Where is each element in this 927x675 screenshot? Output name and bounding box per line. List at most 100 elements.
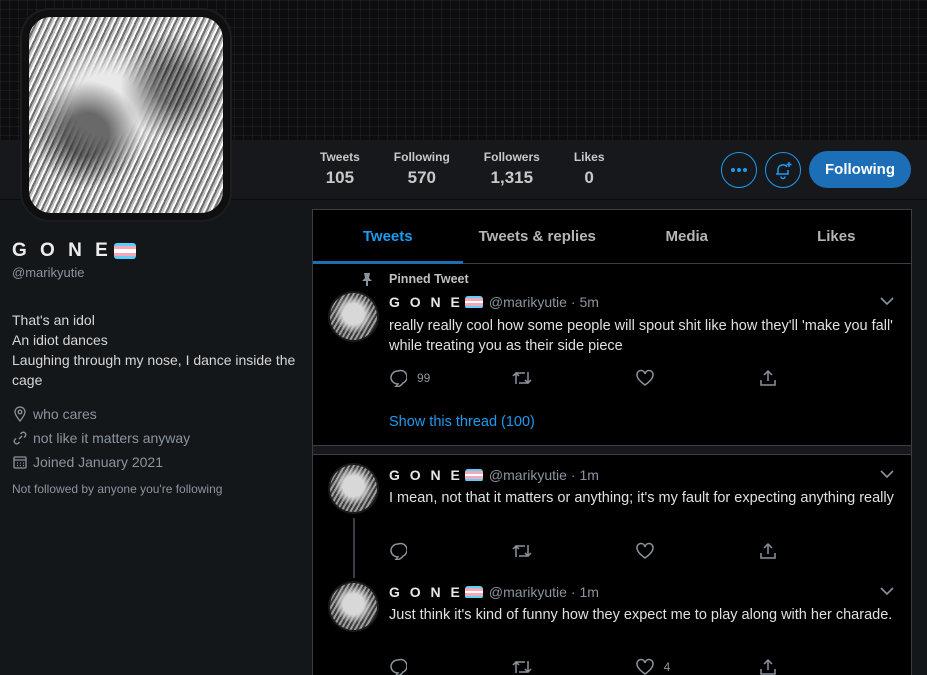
tweet-avatar[interactable]	[330, 465, 377, 512]
bell-plus-icon	[776, 162, 792, 180]
tweet-actions: 4	[389, 658, 809, 675]
tab-likes[interactable]: Likes	[762, 210, 912, 263]
profile-joined: Joined January 2021	[12, 450, 302, 474]
share-button[interactable]	[759, 369, 809, 387]
share-icon	[760, 369, 776, 386]
tweet-author-handle: @marikyutie	[488, 584, 567, 600]
tweet-author-name[interactable]: G O N E	[389, 467, 463, 483]
pinned-text: Pinned Tweet	[389, 272, 469, 286]
trans-flag-icon	[113, 243, 136, 259]
profile-meta: who cares not like it matters anyway Joi…	[12, 402, 302, 474]
tweet-actions	[389, 542, 809, 560]
retweet-button[interactable]	[512, 542, 562, 560]
retweet-button[interactable]	[512, 369, 562, 387]
heart-icon	[635, 542, 654, 559]
tweet[interactable]: G O N E @marikyutie · 1m I mean, not tha…	[313, 455, 911, 578]
link-icon	[13, 431, 27, 445]
chevron-down-icon[interactable]	[879, 296, 895, 306]
like-button[interactable]	[635, 542, 686, 560]
profile-website[interactable]: not like it matters anyway	[12, 426, 302, 450]
tweet-header: G O N E @marikyutie · 5m	[389, 294, 599, 310]
stat-following[interactable]: Following 570	[394, 150, 450, 188]
retweet-icon	[512, 660, 532, 674]
share-button[interactable]	[759, 658, 809, 675]
like-button[interactable]	[635, 369, 686, 387]
like-count: 4	[663, 660, 671, 674]
avatar-image	[29, 17, 223, 213]
location-pin-icon	[14, 406, 26, 422]
tweet-header: G O N E @marikyutie · 1m	[389, 467, 599, 483]
chevron-down-icon[interactable]	[879, 469, 895, 479]
profile-name-text: G O N E	[12, 240, 112, 261]
tweet-time[interactable]: · 5m	[571, 294, 599, 310]
like-button[interactable]: 4	[635, 658, 686, 675]
stat-likes[interactable]: Likes 0	[574, 150, 605, 188]
not-followed-note: Not followed by anyone you're following	[12, 482, 223, 496]
trans-flag-icon	[464, 585, 483, 599]
profile-info: G O N E @marikyutie That's an idol An id…	[12, 240, 302, 496]
stat-label: Likes	[573, 150, 605, 164]
reply-button[interactable]	[389, 542, 439, 560]
thread-line	[353, 518, 355, 578]
stat-label: Tweets	[320, 150, 360, 164]
profile-stats: Tweets 105 Following 570 Followers 1,315…	[320, 150, 639, 188]
tweet-text: really really cool how some people will …	[389, 318, 893, 354]
tweet-author-handle: @marikyutie	[488, 294, 567, 310]
bio-line: That's an idol	[12, 312, 95, 328]
reply-button[interactable]	[389, 658, 439, 675]
stat-tweets[interactable]: Tweets 105	[320, 150, 360, 188]
reply-count: 99	[417, 371, 431, 385]
reply-button[interactable]: 99	[389, 369, 439, 387]
notifications-button[interactable]	[765, 152, 801, 188]
tab-tweets[interactable]: Tweets	[313, 210, 463, 264]
profile-avatar[interactable]	[22, 10, 230, 220]
trans-flag-icon	[464, 295, 483, 309]
stat-value: 0	[584, 168, 594, 187]
bio-line: An idiot dances	[12, 332, 108, 348]
tab-tweets-replies[interactable]: Tweets & replies	[463, 210, 613, 263]
share-button[interactable]	[759, 542, 809, 560]
trans-flag-icon	[464, 468, 483, 482]
tweet-author-name[interactable]: G O N E	[389, 584, 463, 600]
tweet-time[interactable]: · 1m	[571, 584, 599, 600]
tweet-header: G O N E @marikyutie · 1m	[389, 584, 599, 600]
retweet-button[interactable]	[512, 658, 562, 675]
show-thread-link[interactable]: Show this thread (100)	[389, 414, 535, 430]
tab-media[interactable]: Media	[612, 210, 762, 263]
heart-icon	[635, 369, 654, 386]
profile-location: who cares	[12, 402, 302, 426]
reply-icon	[390, 542, 407, 560]
more-dots-icon	[731, 168, 747, 172]
stat-value: 1,315	[490, 168, 534, 187]
stat-label: Following	[393, 150, 450, 164]
retweet-icon	[512, 544, 532, 558]
tweet[interactable]: G O N E @marikyutie · 1m Just think it's…	[313, 573, 911, 675]
pinned-label: Pinned Tweet	[361, 272, 469, 286]
profile-handle: @marikyutie	[12, 265, 85, 280]
tweet-actions: 99	[389, 369, 809, 387]
following-button[interactable]: Following	[809, 151, 911, 188]
profile-name: G O N E	[12, 240, 302, 262]
tweet-text: Just think it's kind of funny how they e…	[389, 607, 893, 623]
stat-label: Followers	[483, 150, 540, 164]
tweet-separator	[313, 445, 911, 455]
profile-bio: That's an idol An idiot dances Laughing …	[12, 310, 302, 390]
stat-followers[interactable]: Followers 1,315	[484, 150, 540, 188]
pin-icon	[362, 273, 372, 286]
tweet-author-name[interactable]: G O N E	[389, 294, 463, 310]
share-icon	[760, 658, 776, 675]
tweet-pinned[interactable]: Pinned Tweet G O N E @marikyutie · 5m re…	[313, 264, 911, 445]
stat-value: 105	[325, 168, 355, 187]
reply-icon	[390, 658, 407, 675]
tweet-avatar[interactable]	[330, 583, 377, 630]
tweet-time[interactable]: · 1m	[571, 467, 599, 483]
timeline: Tweets Tweets & replies Media Likes Pinn…	[312, 209, 912, 675]
stat-value: 570	[407, 168, 436, 187]
more-button[interactable]	[721, 152, 757, 188]
retweet-icon	[512, 371, 532, 385]
chevron-down-icon[interactable]	[879, 586, 895, 596]
tweet-avatar[interactable]	[330, 293, 377, 340]
heart-icon	[635, 658, 654, 675]
bio-line: Laughing through my nose, I dance inside…	[12, 352, 296, 388]
tweet-author-handle: @marikyutie	[488, 467, 567, 483]
